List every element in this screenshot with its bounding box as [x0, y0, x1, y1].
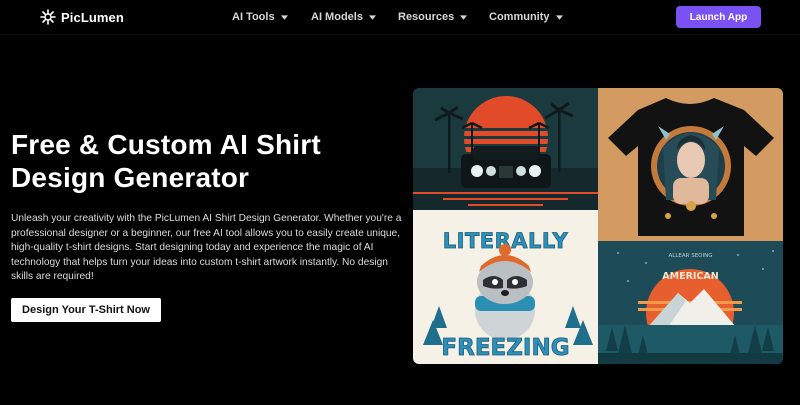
chevron-down-icon — [280, 14, 288, 20]
chevron-down-icon — [460, 14, 468, 20]
tshirt-design-collage: LITERALLY FREEZING ALLEAR SEOING AMERICA… — [413, 88, 783, 364]
alleare-text: ALLEAR SEOING — [669, 253, 713, 259]
american-text: AMERICAN — [662, 271, 718, 282]
raccoon-freezing-image: LITERALLY FREEZING — [413, 210, 598, 364]
chevron-down-icon — [368, 14, 376, 20]
nav-item-label: AI Models — [311, 11, 363, 23]
sparkle-logo-icon — [40, 9, 56, 25]
hero-description: Unleash your creativity with the PicLume… — [11, 213, 402, 283]
retro-car-sunset-image — [413, 88, 598, 210]
nav-divider — [0, 34, 800, 35]
top-navigation: PicLumen AI Tools AI Models Resources Co… — [0, 0, 800, 34]
brand-name: PicLumen — [61, 9, 124, 25]
nav-item-ai-models[interactable]: AI Models — [311, 11, 376, 23]
freezing-text: FREEZING — [441, 335, 569, 361]
nav-item-label: Community — [489, 11, 550, 23]
mountain-sunset-image: ALLEAR SEOING AMERICAN — [598, 241, 783, 364]
black-tshirt-portrait-image — [598, 88, 783, 241]
page-title: Free & Custom AI Shirt Design Generator — [11, 129, 321, 193]
nav-item-resources[interactable]: Resources — [398, 11, 468, 23]
nav-item-label: Resources — [398, 11, 455, 23]
design-tshirt-button[interactable]: Design Your T-Shirt Now — [11, 298, 161, 322]
chevron-down-icon — [555, 14, 563, 20]
nav-item-label: AI Tools — [232, 11, 275, 23]
nav-item-ai-tools[interactable]: AI Tools — [232, 11, 288, 23]
brand-logo[interactable]: PicLumen — [40, 9, 124, 25]
launch-app-button[interactable]: Launch App — [676, 6, 761, 28]
nav-item-community[interactable]: Community — [489, 11, 563, 23]
